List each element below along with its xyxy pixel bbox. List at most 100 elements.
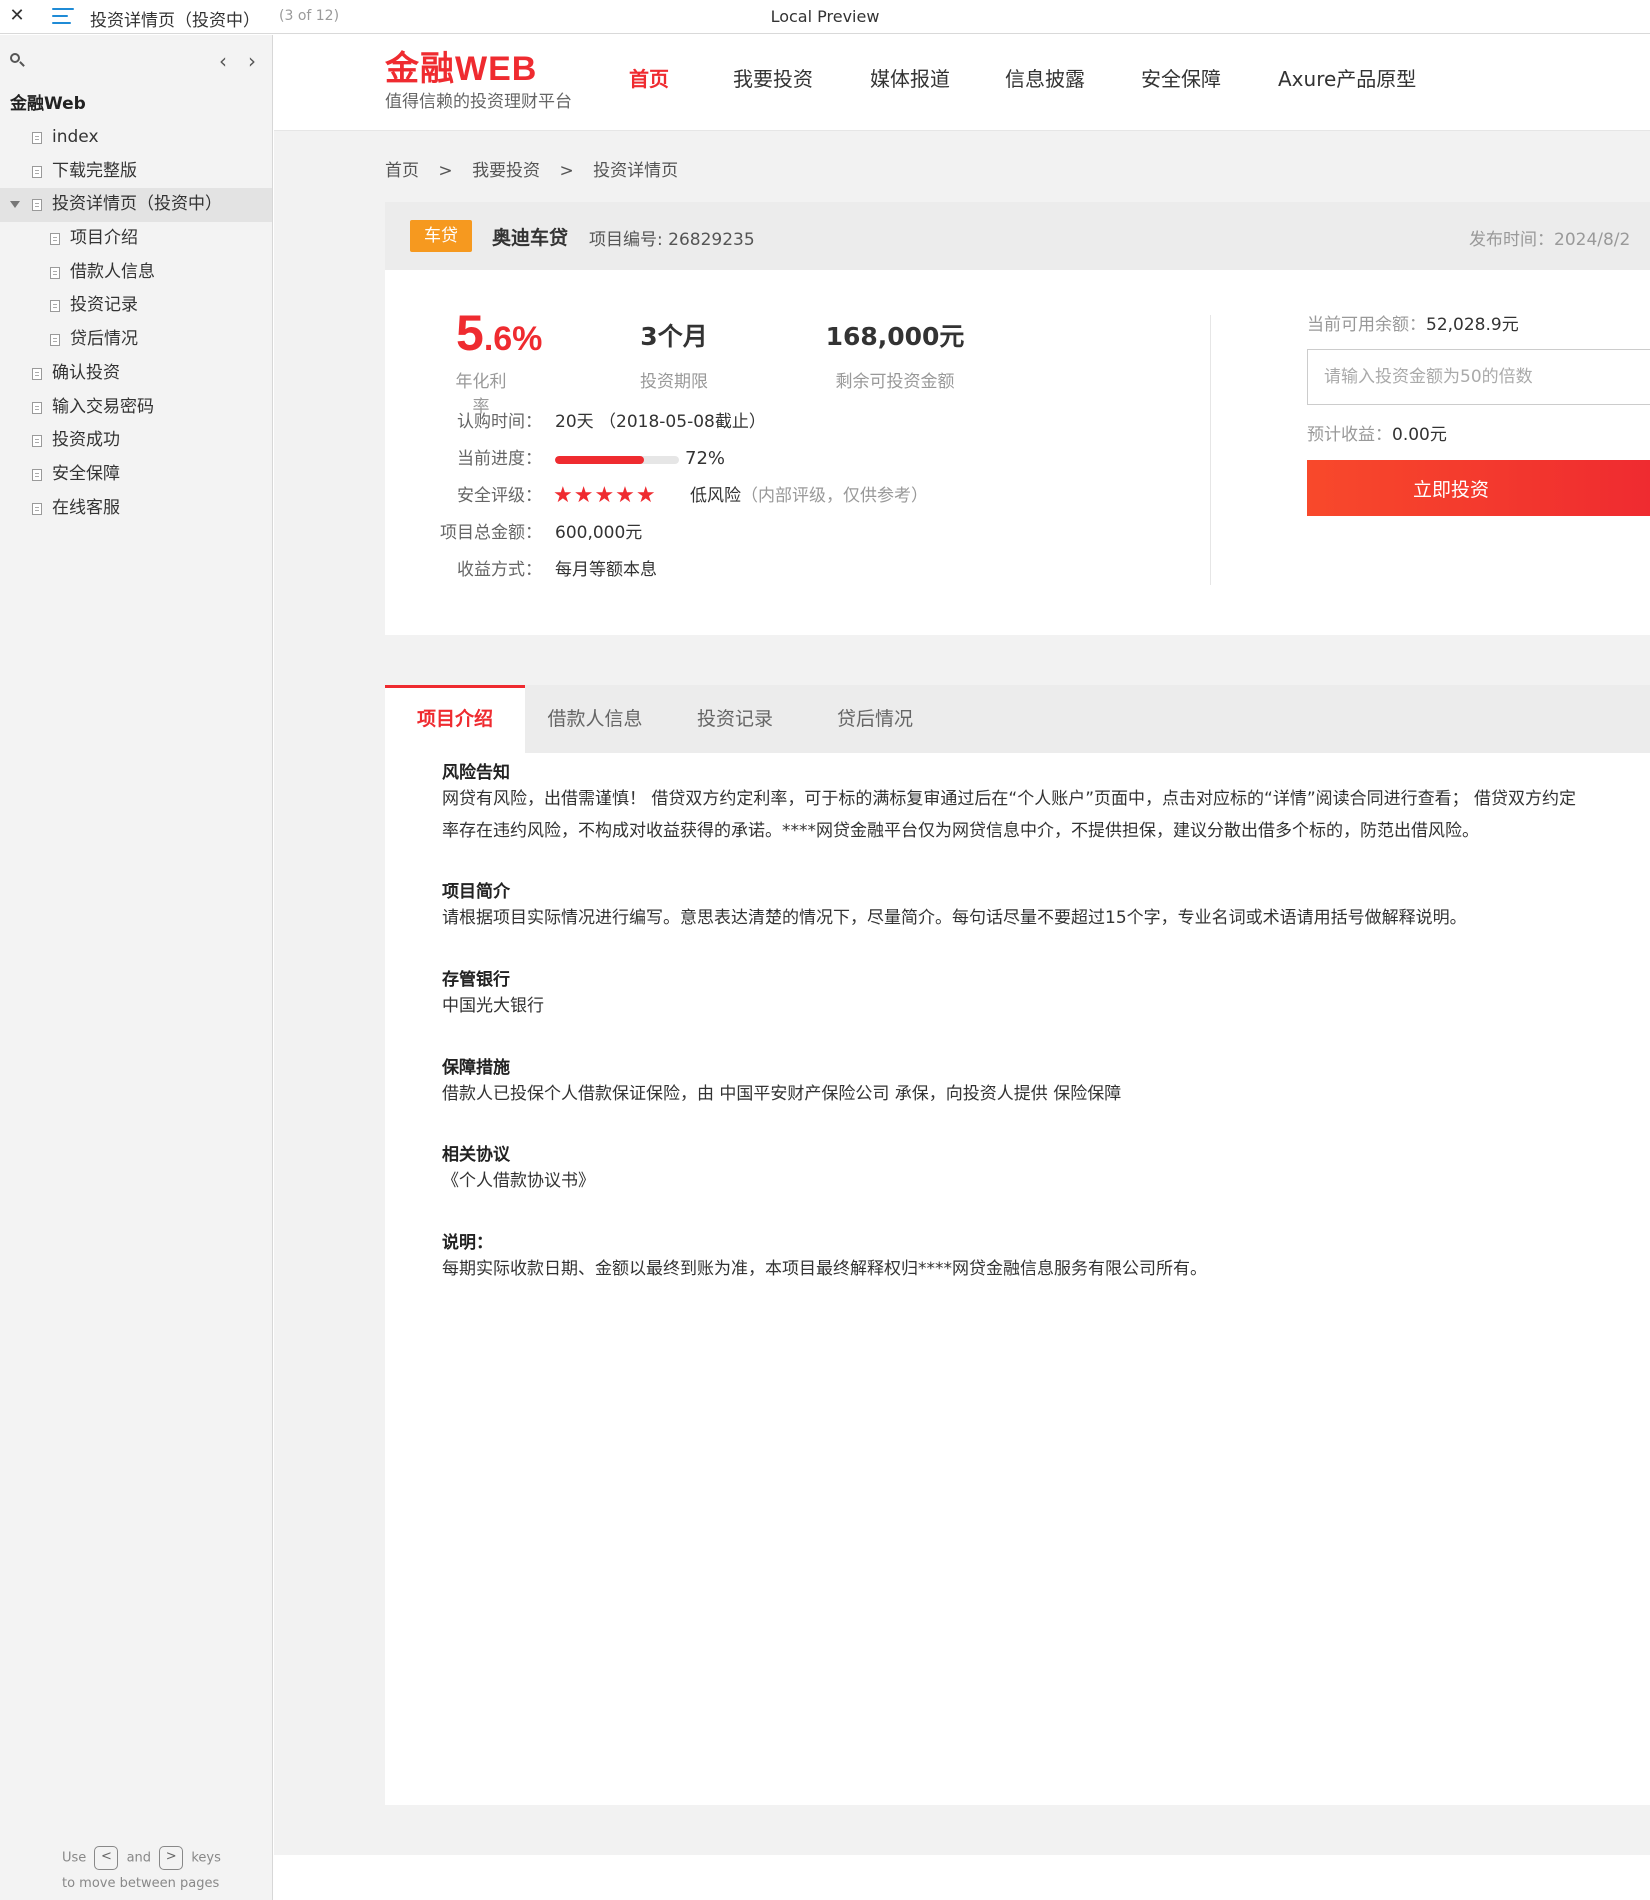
publish-time: 发布时间：2024/8/2 bbox=[1469, 230, 1631, 250]
menu-icon[interactable] bbox=[52, 8, 74, 26]
project-code: 项目编号: 26829235 bbox=[589, 230, 755, 250]
sidebar-item-label: 项目介绍 bbox=[70, 228, 138, 249]
tab-post-loan[interactable]: 贷后情况 bbox=[805, 685, 945, 753]
term-label: 投资期限 bbox=[640, 372, 708, 392]
total-value: 600,000元 bbox=[555, 523, 643, 543]
page-icon bbox=[32, 435, 42, 448]
balance-label: 当前可用余额： bbox=[1307, 315, 1426, 335]
page-icon bbox=[50, 300, 60, 313]
balance: 当前可用余额：52,028.9元 bbox=[1307, 310, 1519, 335]
breadcrumb-home[interactable]: 首页 bbox=[385, 161, 419, 181]
progress-fill bbox=[555, 456, 645, 464]
expected-income-value: 0.00元 bbox=[1392, 425, 1447, 445]
nav-item[interactable]: 信息披露 bbox=[1005, 63, 1085, 92]
page-icon bbox=[32, 367, 42, 380]
next-page-icon[interactable]: › bbox=[244, 49, 260, 73]
prev-page-icon[interactable]: ‹ bbox=[215, 49, 231, 73]
page-icon bbox=[32, 502, 42, 515]
repay-label: 收益方式： bbox=[457, 560, 542, 580]
sidebar-item[interactable]: 下载完整版 bbox=[0, 155, 272, 189]
search-icon[interactable] bbox=[10, 53, 25, 67]
term-value: 3个月 bbox=[640, 322, 708, 351]
preview-toolbar: ✕ 投资详情页（投资中） (3 of 12) Local Preview bbox=[0, 0, 1650, 34]
nav-item[interactable]: 媒体报道 bbox=[870, 63, 950, 92]
sidebar-item[interactable]: 项目介绍 bbox=[0, 222, 272, 256]
page-icon bbox=[32, 165, 42, 178]
page-icon bbox=[50, 233, 60, 246]
sidebar-item[interactable]: 确认投资 bbox=[0, 357, 272, 391]
safety-row: 安全评级： ★★★★★ 低风险（内部评级，仅供参考） bbox=[385, 484, 1085, 508]
nav-item[interactable]: 安全保障 bbox=[1141, 63, 1221, 92]
current-page-title: 投资详情页（投资中） bbox=[90, 11, 260, 31]
nav-item[interactable]: 我要投资 bbox=[733, 63, 813, 92]
breadcrumb-separator: > bbox=[438, 161, 453, 181]
sidebar-item[interactable]: 投资记录 bbox=[0, 289, 272, 323]
page-icon bbox=[32, 199, 42, 212]
subscribe-row: 认购时间： 20天 （2018-05-08截止） bbox=[385, 410, 1085, 434]
expected-income-label: 预计收益： bbox=[1307, 425, 1392, 445]
sidebar-item-label: 投资成功 bbox=[52, 430, 120, 451]
sidebar-item-label: 投资详情页（投资中） bbox=[52, 194, 222, 215]
agreement-link[interactable]: 《个人借款协议书》 bbox=[442, 1162, 1650, 1201]
total-row: 项目总金额： 600,000元 bbox=[385, 521, 1085, 545]
tab-investment-records[interactable]: 投资记录 bbox=[665, 685, 805, 753]
sidebar-item-label: 在线客服 bbox=[52, 497, 120, 518]
sidebar-item-label: 确认投资 bbox=[52, 362, 120, 383]
sidebar-item[interactable]: 借款人信息 bbox=[0, 256, 272, 290]
project-header: 车贷 奥迪车贷 项目编号: 26829235 发布时间：2024/8/2 bbox=[385, 202, 1650, 270]
hint-keys: keys bbox=[191, 1850, 221, 1866]
breadcrumb-current: 投资详情页 bbox=[593, 161, 679, 181]
sidebar-item[interactable]: 投资详情页（投资中） bbox=[0, 188, 272, 223]
balance-value: 52,028.9元 bbox=[1426, 315, 1519, 335]
page-icon bbox=[32, 401, 42, 414]
prev-key-icon: < bbox=[94, 1846, 119, 1870]
nav-item[interactable]: Axure产品原型 bbox=[1278, 63, 1416, 92]
page-count: (3 of 12) bbox=[279, 8, 340, 24]
rate-integer: 5 bbox=[456, 305, 484, 361]
keyboard-hint: Use < and > keys to move between pages bbox=[0, 1820, 272, 1900]
risk-text: 低风险 bbox=[690, 486, 741, 506]
divider bbox=[1210, 315, 1211, 585]
sidebar-item[interactable]: 安全保障 bbox=[0, 458, 272, 492]
category-badge: 车贷 bbox=[410, 220, 472, 252]
sitemap-tree: 金融Web index 下载完整版 投资详情页（投资中） 项目介绍 借款人信息 投资记录贷… bbox=[0, 87, 272, 525]
page-icon bbox=[50, 266, 60, 279]
subscribe-label: 认购时间： bbox=[457, 412, 542, 432]
total-label: 项目总金额： bbox=[440, 523, 542, 543]
sidebar-item-label: 投资记录 bbox=[70, 295, 138, 316]
sidebar-item[interactable]: 投资成功 bbox=[0, 424, 272, 458]
expand-caret-icon[interactable] bbox=[10, 201, 20, 209]
project-name: 奥迪车贷 bbox=[492, 227, 569, 249]
hint-and: and bbox=[126, 1850, 152, 1866]
tab-borrower-info[interactable]: 借款人信息 bbox=[525, 685, 665, 753]
tab-project-intro[interactable]: 项目介绍 bbox=[385, 685, 525, 753]
expected-income: 预计收益：0.00元 bbox=[1307, 420, 1447, 445]
remaining-label: 剩余可投资金额 bbox=[835, 372, 955, 392]
sidebar-toolbar: ‹ › bbox=[0, 35, 272, 87]
section-text-bank: 中国光大银行 bbox=[442, 996, 544, 1016]
safety-label: 安全评级： bbox=[457, 486, 542, 506]
repay-row: 收益方式： 每月等额本息 bbox=[385, 558, 1085, 582]
invest-now-button[interactable]: 立即投资 bbox=[1307, 460, 1650, 516]
sidebar-item[interactable]: 在线客服 bbox=[0, 492, 272, 526]
rate-decimal: .6% bbox=[483, 320, 543, 358]
sitemap-sidebar: ‹ › 金融Web index 下载完整版 投资详情页（投资中） 项目介绍 借款人信息投… bbox=[0, 35, 273, 1900]
site-logo[interactable]: 金融WEB bbox=[385, 41, 537, 90]
page-icon bbox=[32, 468, 42, 481]
sidebar-item-label: 借款人信息 bbox=[70, 261, 155, 282]
hint-use: Use bbox=[62, 1850, 87, 1866]
sidebar-item-label: 输入交易密码 bbox=[52, 396, 154, 417]
site-slogan: 值得信赖的投资理财平台 bbox=[385, 92, 572, 112]
nav-item[interactable]: 首页 bbox=[629, 63, 669, 92]
sidebar-item[interactable]: 输入交易密码 bbox=[0, 391, 272, 425]
breadcrumb-invest[interactable]: 我要投资 bbox=[472, 161, 540, 181]
amount-input[interactable] bbox=[1307, 349, 1650, 405]
sidebar-item[interactable]: index bbox=[0, 121, 272, 155]
close-icon[interactable]: ✕ bbox=[8, 6, 26, 26]
section-text-intro: 请根据项目实际情况进行编写。意思表达清楚的情况下，尽量简介。每句话尽量不要超过1… bbox=[442, 908, 1467, 928]
page-icon bbox=[32, 132, 42, 144]
page-footer bbox=[274, 1855, 1650, 1900]
subscribe-value: 20天 （2018-05-08截止） bbox=[555, 412, 766, 432]
sidebar-item[interactable]: 贷后情况 bbox=[0, 323, 272, 357]
site-header: 金融WEB 值得信赖的投资理财平台 首页 我要投资 媒体报道 信息披露 安全保障 Axur… bbox=[274, 35, 1650, 131]
